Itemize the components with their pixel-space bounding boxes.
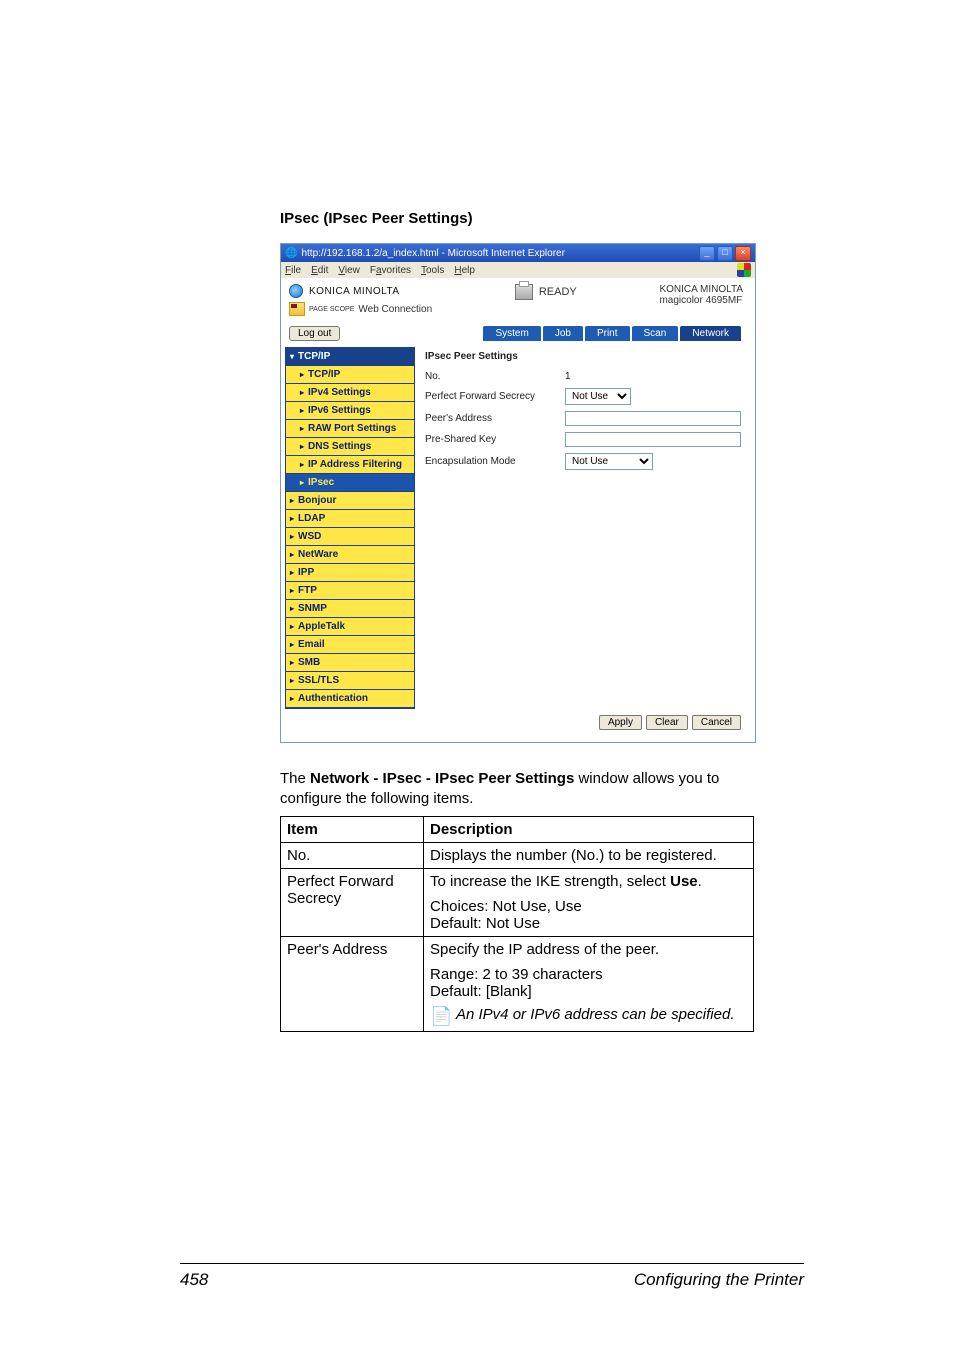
- apply-button[interactable]: Apply: [599, 715, 642, 730]
- menu-favorites[interactable]: Favorites: [370, 265, 411, 276]
- sidebar-item-rawport[interactable]: ▸RAW Port Settings: [286, 420, 414, 438]
- printer-status: READY: [539, 286, 577, 298]
- sidebar-item-ldap[interactable]: ▸LDAP: [286, 510, 414, 528]
- sidebar-item-netware[interactable]: ▸NetWare: [286, 546, 414, 564]
- menu-edit[interactable]: Edit: [311, 265, 328, 276]
- sidebar-item-appletalk[interactable]: ▸AppleTalk: [286, 618, 414, 636]
- input-preshared-key[interactable]: [565, 432, 741, 447]
- model-line1: KONICA MINOLTA: [659, 284, 743, 295]
- close-button[interactable]: ×: [735, 246, 751, 261]
- label-peer-address: Peer's Address: [425, 413, 565, 424]
- browser-window: 🌐 http://192.168.1.2/a_index.html - Micr…: [280, 243, 756, 743]
- printer-icon: [515, 284, 533, 300]
- page-footer: 458 Configuring the Printer: [180, 1263, 804, 1290]
- note-icon: 📄: [430, 1006, 450, 1027]
- row-no-item: No.: [281, 842, 424, 868]
- label-encapsulation: Encapsulation Mode: [425, 456, 565, 467]
- select-pfs[interactable]: Not Use: [565, 388, 631, 405]
- input-peer-address[interactable]: [565, 411, 741, 426]
- sidebar: ▾TCP/IP ▸TCP/IP ▸IPv4 Settings ▸IPv6 Set…: [285, 347, 415, 709]
- sidebar-item-wsd[interactable]: ▸WSD: [286, 528, 414, 546]
- content-pane: IPsec Peer Settings No. 1 Perfect Forwar…: [415, 347, 751, 709]
- label-preshared-key: Pre-Shared Key: [425, 434, 565, 445]
- brand-name: KONICA MINOLTA: [309, 286, 400, 297]
- window-title-bar: 🌐 http://192.168.1.2/a_index.html - Micr…: [281, 244, 755, 262]
- maximize-button[interactable]: □: [717, 246, 733, 261]
- description-table: Item Description No. Displays the number…: [280, 816, 754, 1032]
- connection-prefix: PAGE SCOPE: [309, 306, 354, 313]
- clear-button[interactable]: Clear: [646, 715, 688, 730]
- menu-bar: File Edit View Favorites Tools Help: [281, 262, 755, 278]
- sidebar-item-bonjour[interactable]: ▸Bonjour: [286, 492, 414, 510]
- sidebar-item-tcpip-top[interactable]: ▾TCP/IP: [286, 348, 414, 366]
- th-item: Item: [281, 816, 424, 842]
- section-heading: IPsec (IPsec Peer Settings): [280, 210, 754, 227]
- logout-button[interactable]: Log out: [289, 326, 340, 341]
- sidebar-item-tcpip[interactable]: ▸TCP/IP: [286, 366, 414, 384]
- ie-icon: 🌐: [285, 248, 297, 259]
- tab-scan[interactable]: Scan: [632, 326, 679, 341]
- sidebar-item-dns[interactable]: ▸DNS Settings: [286, 438, 414, 456]
- sidebar-item-snmp[interactable]: ▸SNMP: [286, 600, 414, 618]
- menu-tools[interactable]: Tools: [421, 265, 444, 276]
- row-no-desc: Displays the number (No.) to be register…: [424, 842, 754, 868]
- value-no: 1: [565, 371, 741, 382]
- page-number: 458: [180, 1270, 208, 1290]
- select-encapsulation[interactable]: Not Use: [565, 453, 653, 470]
- sidebar-item-auth[interactable]: ▸Authentication: [286, 690, 414, 708]
- sidebar-item-ipp[interactable]: ▸IPP: [286, 564, 414, 582]
- minimize-button[interactable]: _: [699, 246, 715, 261]
- sidebar-item-email[interactable]: ▸Email: [286, 636, 414, 654]
- tab-job[interactable]: Job: [543, 326, 583, 341]
- connection-text: Web Connection: [358, 304, 432, 315]
- content-title: IPsec Peer Settings: [425, 351, 741, 362]
- sidebar-item-ssltls[interactable]: ▸SSL/TLS: [286, 672, 414, 690]
- label-pfs: Perfect Forward Secrecy: [425, 391, 565, 402]
- intro-paragraph: The Network - IPsec - IPsec Peer Setting…: [280, 769, 754, 810]
- model-line2: magicolor 4695MF: [659, 295, 743, 306]
- note-text: An IPv4 or IPv6 address can be specified…: [456, 1006, 735, 1023]
- sidebar-item-ipv4[interactable]: ▸IPv4 Settings: [286, 384, 414, 402]
- pagescope-icon: [289, 302, 305, 316]
- sidebar-item-smb[interactable]: ▸SMB: [286, 654, 414, 672]
- menu-view[interactable]: View: [338, 265, 360, 276]
- sidebar-item-ftp[interactable]: ▸FTP: [286, 582, 414, 600]
- window-title: http://192.168.1.2/a_index.html - Micros…: [301, 248, 564, 259]
- cancel-button[interactable]: Cancel: [692, 715, 741, 730]
- menu-help[interactable]: Help: [454, 265, 475, 276]
- windows-flag-icon: [737, 263, 751, 277]
- row-peer-item: Peer's Address: [281, 936, 424, 1031]
- menu-file[interactable]: File: [285, 265, 301, 276]
- brand-logo-icon: [289, 284, 303, 298]
- row-pfs-item: Perfect Forward Secrecy: [281, 868, 424, 936]
- tab-network[interactable]: Network: [680, 326, 741, 341]
- tab-bar: System Job Print Scan Network: [483, 326, 743, 341]
- page-title: Configuring the Printer: [634, 1270, 804, 1290]
- sidebar-item-ipsec[interactable]: ▸IPsec: [286, 474, 414, 492]
- row-pfs-desc: To increase the IKE strength, select Use…: [424, 868, 754, 936]
- row-peer-desc: Specify the IP address of the peer. Rang…: [424, 936, 754, 1031]
- label-no: No.: [425, 371, 565, 382]
- sidebar-item-ipfilter[interactable]: ▸IP Address Filtering: [286, 456, 414, 474]
- content-footer: Apply Clear Cancel: [285, 709, 751, 738]
- sidebar-item-ipv6[interactable]: ▸IPv6 Settings: [286, 402, 414, 420]
- tab-system[interactable]: System: [483, 326, 540, 341]
- tab-print[interactable]: Print: [585, 326, 630, 341]
- th-description: Description: [424, 816, 754, 842]
